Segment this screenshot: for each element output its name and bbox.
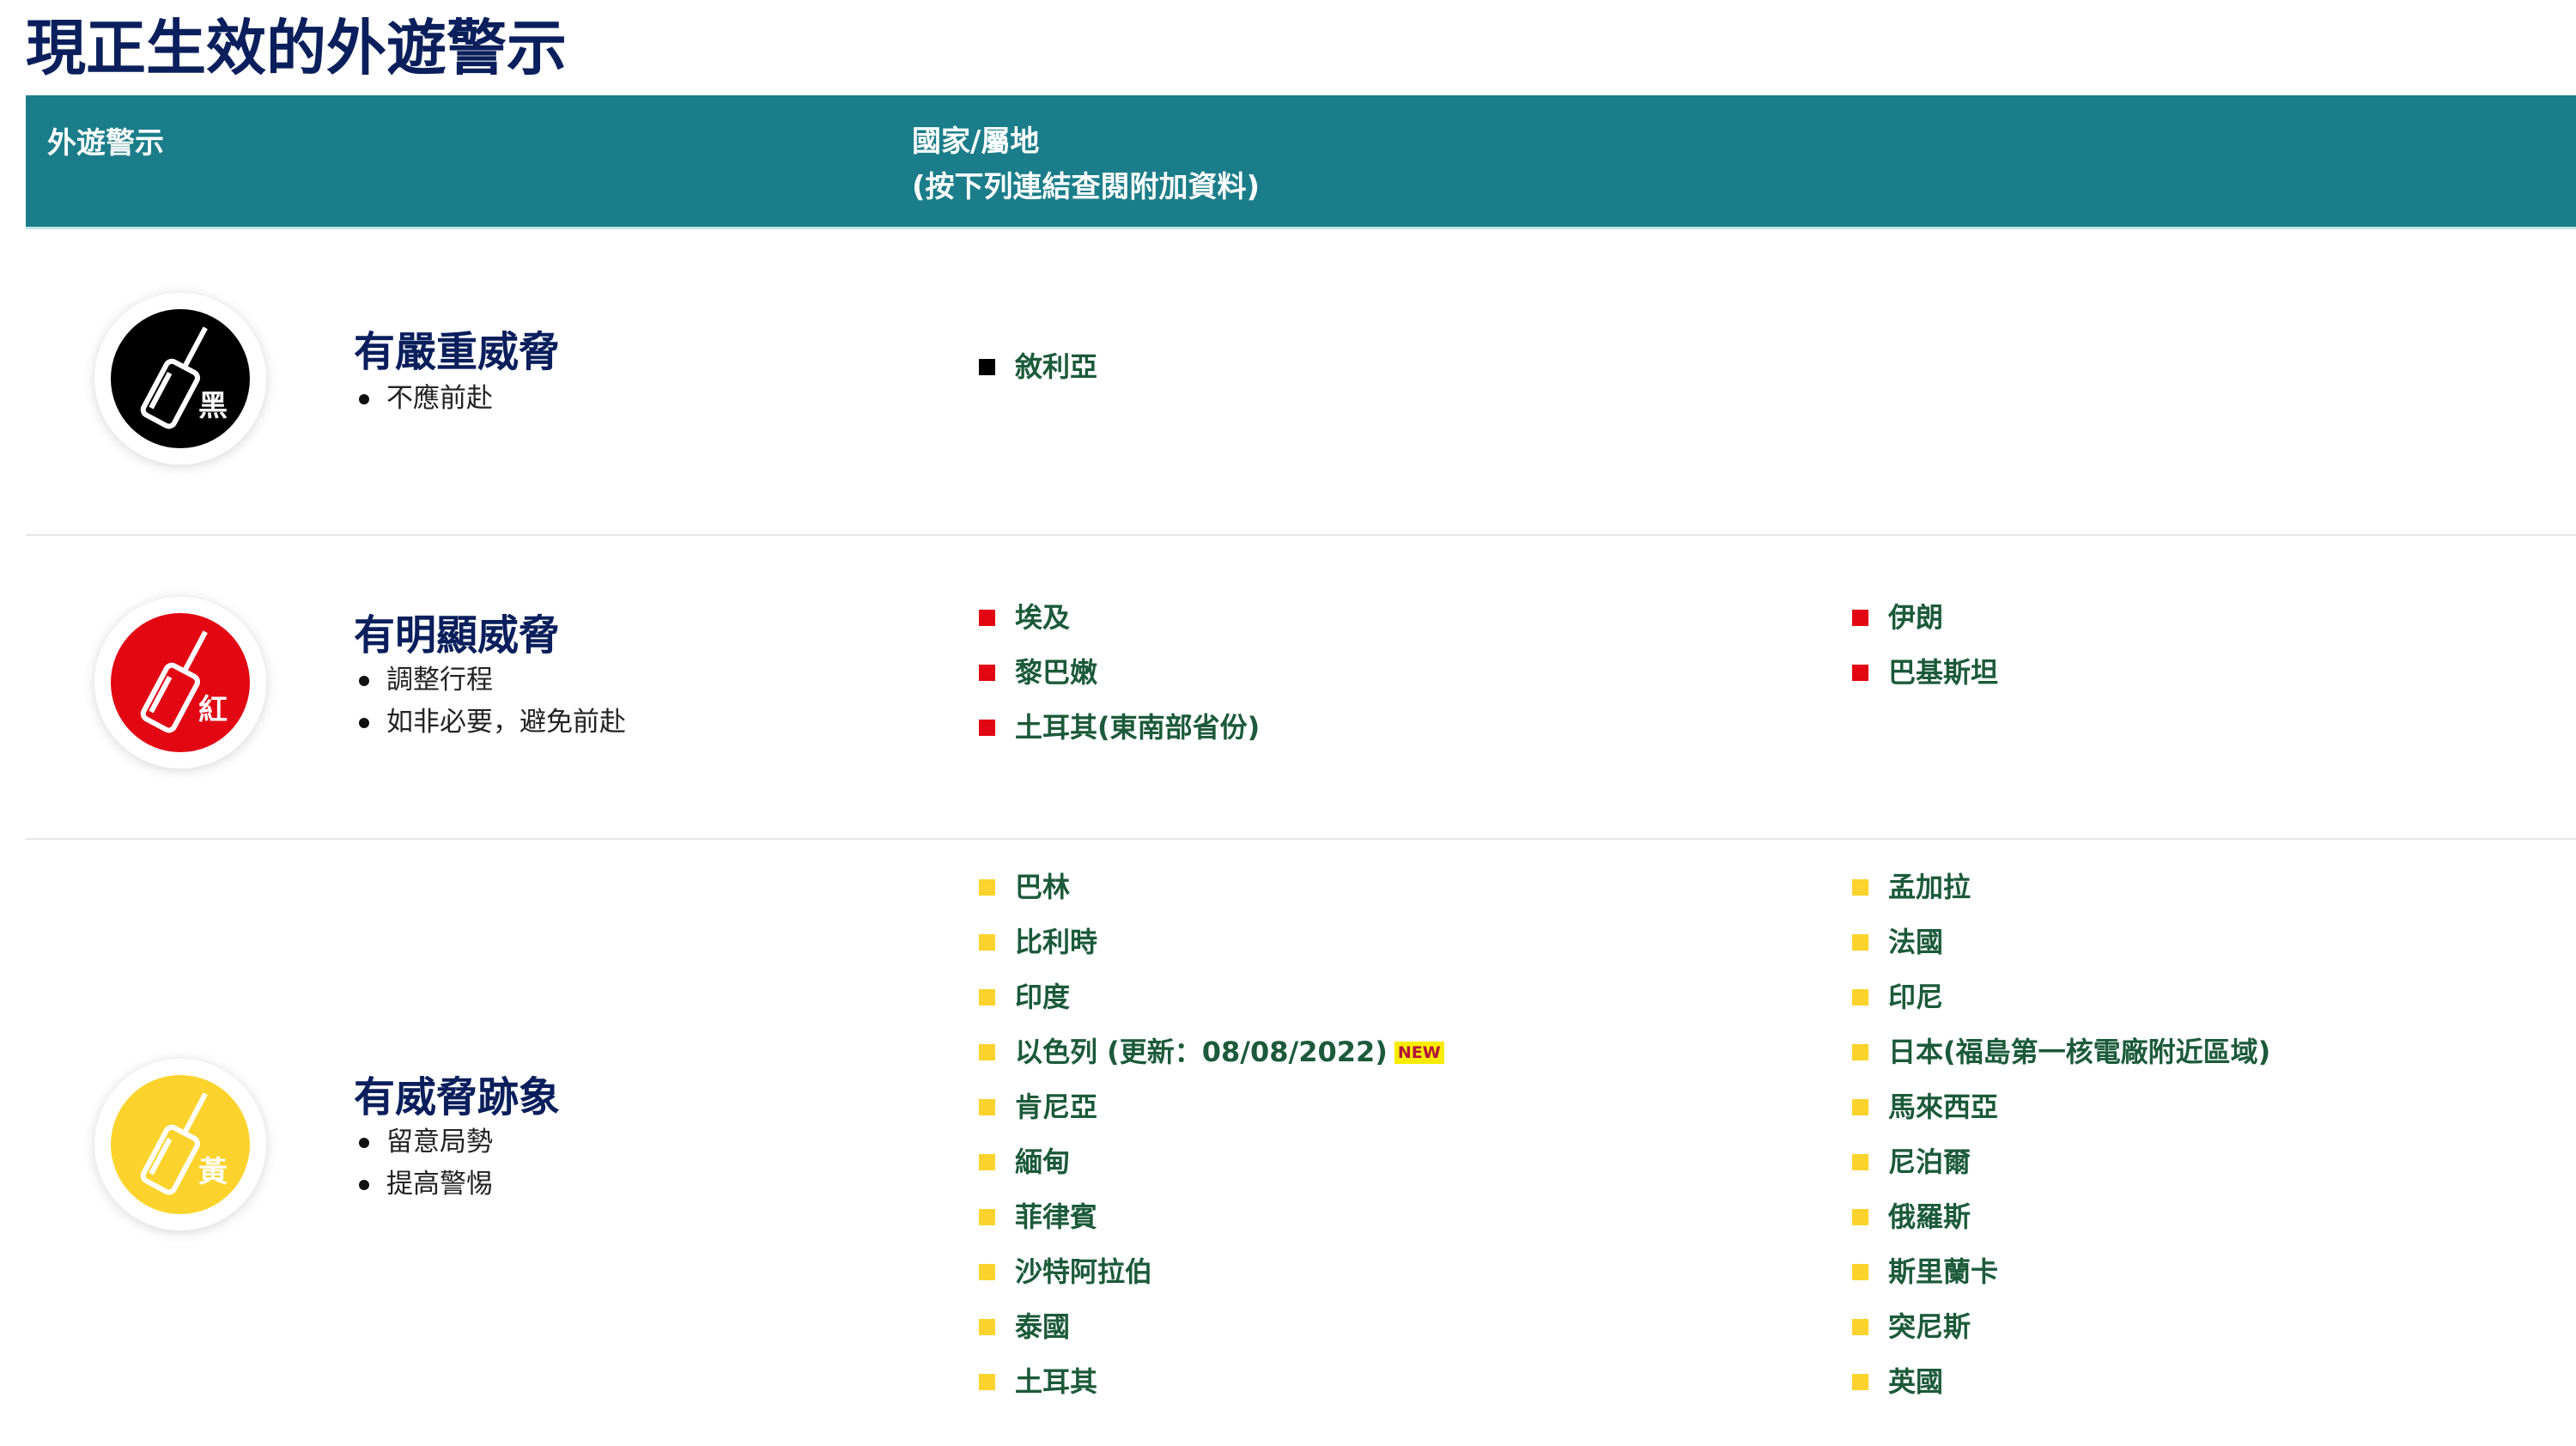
bullet-square-icon bbox=[1852, 1099, 1868, 1115]
luggage-icon: 紅 bbox=[111, 613, 250, 752]
country-name[interactable]: 巴林 bbox=[1015, 868, 1070, 906]
country-name[interactable]: 法國 bbox=[1888, 923, 1943, 961]
amber-alert-title: 有威脅跡象 bbox=[354, 1073, 561, 1121]
country-name[interactable]: 比利時 bbox=[1015, 923, 1097, 961]
red-alert-advice: 調整行程 如非必要，避免前赴 bbox=[354, 659, 626, 744]
bullet-square-icon bbox=[1852, 1319, 1868, 1335]
amber-alert-icon: 黃 bbox=[94, 1059, 266, 1230]
country-name[interactable]: 伊朗 bbox=[1888, 598, 1943, 636]
bullet-square-icon bbox=[979, 989, 995, 1006]
bullet-square-icon bbox=[979, 1264, 995, 1280]
bullet-square-icon bbox=[1852, 1209, 1868, 1225]
luggage-icon: 黃 bbox=[111, 1075, 250, 1214]
bullet-square-icon bbox=[1852, 665, 1868, 681]
country-name[interactable]: 突尼斯 bbox=[1888, 1308, 1971, 1346]
bullet-square-icon bbox=[979, 720, 995, 736]
bullet-square-icon bbox=[1852, 1264, 1868, 1280]
luggage-icon: 黑 bbox=[111, 309, 250, 448]
red-alert-advice-item: 如非必要，避免前赴 bbox=[354, 702, 626, 744]
table-header: 外遊警示 國家/屬地 (按下列連結查閱附加資料) bbox=[26, 95, 2576, 229]
country-name[interactable]: 斯里蘭卡 bbox=[1888, 1253, 1998, 1291]
bullet-square-icon bbox=[1852, 1374, 1868, 1390]
country-name[interactable]: 俄羅斯 bbox=[1888, 1198, 1971, 1236]
red-alert-title: 有明顯威脅 bbox=[354, 611, 561, 659]
red-alert-badge-char: 紅 bbox=[198, 693, 228, 727]
row-divider bbox=[26, 534, 2576, 536]
black-alert-badge-char: 黑 bbox=[198, 389, 228, 423]
amber-alert-badge-bg bbox=[111, 1075, 250, 1214]
country-name[interactable]: 土耳其(東南部省份) bbox=[1015, 708, 1260, 746]
bullet-square-icon bbox=[979, 1044, 995, 1060]
country-name[interactable]: 孟加拉 bbox=[1888, 868, 1971, 906]
bullet-square-icon bbox=[1852, 989, 1868, 1006]
country-name[interactable]: 泰國 bbox=[1015, 1308, 1070, 1346]
bullet-square-icon bbox=[979, 1319, 995, 1335]
red-alert-badge-bg bbox=[111, 613, 250, 752]
bullet-square-icon bbox=[1852, 1154, 1868, 1170]
country-name[interactable]: 日本(福島第一核電廠附近區域) bbox=[1888, 1033, 2270, 1071]
bullet-square-icon bbox=[1852, 934, 1868, 951]
country-name[interactable]: 埃及 bbox=[1015, 598, 1070, 636]
country-name[interactable]: 印度 bbox=[1015, 978, 1070, 1016]
bullet-square-icon bbox=[979, 610, 995, 626]
amber-alert-advice-item: 留意局勢 bbox=[354, 1121, 493, 1163]
country-name[interactable]: 印尼 bbox=[1888, 978, 1943, 1016]
header-countries-hint: (按下列連結查閱附加資料) bbox=[912, 170, 1261, 204]
bullet-square-icon bbox=[979, 879, 995, 896]
amber-alert-advice-item: 提高警惕 bbox=[354, 1163, 493, 1206]
country-name[interactable]: 尼泊爾 bbox=[1888, 1143, 1971, 1181]
bullet-square-icon bbox=[979, 665, 995, 681]
country-name[interactable]: 緬甸 bbox=[1015, 1143, 1070, 1181]
black-alert-badge-bg bbox=[111, 309, 250, 448]
black-alert-advice: 不應前赴 bbox=[354, 378, 493, 420]
black-alert-icon: 黑 bbox=[94, 293, 266, 465]
bullet-square-icon bbox=[979, 1209, 995, 1225]
country-name[interactable]: 沙特阿拉伯 bbox=[1015, 1253, 1152, 1291]
bullet-square-icon bbox=[979, 1154, 995, 1170]
bullet-square-icon bbox=[1852, 610, 1868, 626]
bullet-square-icon bbox=[979, 934, 995, 951]
bullet-square-icon bbox=[979, 1374, 995, 1390]
new-badge: NEW bbox=[1394, 1042, 1444, 1064]
travel-alert-page: 現正生效的外遊警示 外遊警示 國家/屬地 (按下列連結查閱附加資料) 黑 有嚴重… bbox=[0, 0, 2576, 1446]
country-name[interactable]: 馬來西亞 bbox=[1888, 1088, 1998, 1126]
country-name[interactable]: 英國 bbox=[1888, 1363, 1943, 1400]
bullet-square-icon bbox=[1852, 879, 1868, 896]
bullet-square-icon bbox=[1852, 1044, 1868, 1060]
black-alert-title: 有嚴重威脅 bbox=[354, 328, 561, 376]
red-alert-icon: 紅 bbox=[94, 597, 266, 769]
country-name[interactable]: 巴基斯坦 bbox=[1888, 653, 1998, 691]
country-name[interactable]: 以色列 (更新：08/08/2022) NEW bbox=[1015, 1033, 1444, 1071]
country-name[interactable]: 肯尼亞 bbox=[1015, 1088, 1097, 1126]
red-alert-advice-item: 調整行程 bbox=[354, 659, 626, 702]
black-alert-advice-item: 不應前赴 bbox=[354, 378, 493, 420]
bullet-square-icon bbox=[979, 359, 995, 375]
bullet-square-icon bbox=[979, 1099, 995, 1115]
header-alert-level: 外遊警示 bbox=[47, 126, 164, 161]
amber-alert-badge-char: 黃 bbox=[198, 1155, 228, 1189]
header-countries: 國家/屬地 (按下列連結查閱附加資料) bbox=[912, 119, 1260, 210]
country-name[interactable]: 菲律賓 bbox=[1015, 1198, 1097, 1236]
page-title: 現正生效的外遊警示 bbox=[26, 13, 567, 83]
row-divider bbox=[26, 838, 2576, 840]
country-name[interactable]: 黎巴嫩 bbox=[1015, 653, 1097, 691]
country-name[interactable]: 土耳其 bbox=[1015, 1363, 1097, 1400]
country-name[interactable]: 敘利亞 bbox=[1015, 348, 1097, 386]
header-countries-title: 國家/屬地 bbox=[912, 125, 1040, 159]
amber-alert-advice: 留意局勢 提高警惕 bbox=[354, 1121, 493, 1206]
